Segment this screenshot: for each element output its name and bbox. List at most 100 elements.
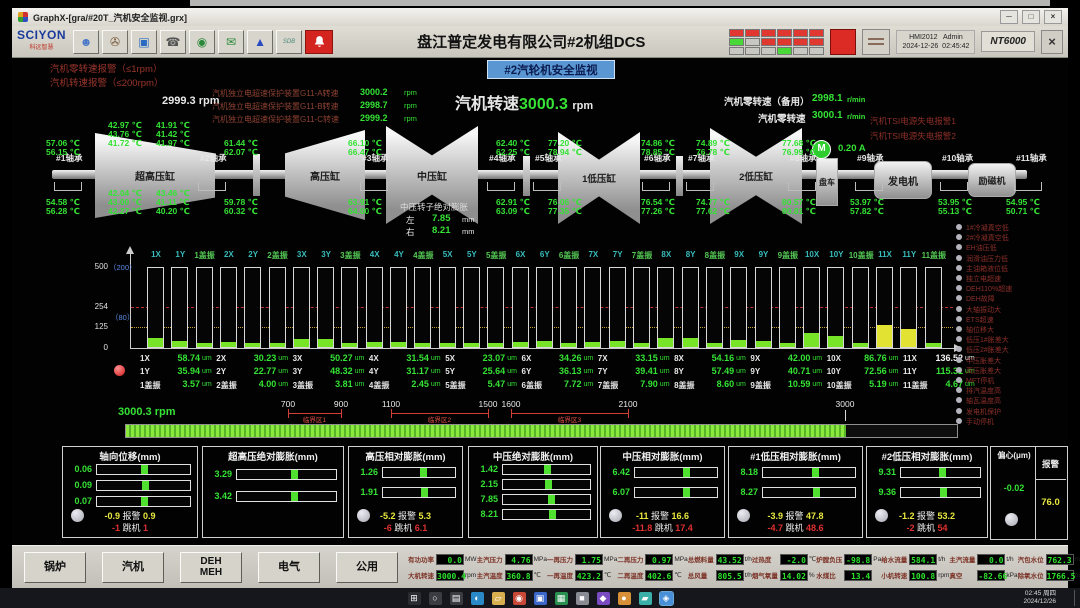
bar-fill bbox=[172, 341, 187, 347]
bar-fill bbox=[585, 342, 600, 347]
nav-button-5[interactable]: 公用 bbox=[336, 552, 398, 583]
brand-name: SCIYON bbox=[17, 28, 66, 42]
field-value: -82.66 bbox=[977, 570, 1005, 581]
uhp-temp-top: 41.72 ℃ bbox=[108, 138, 142, 149]
bottom-nav-bar: 锅炉汽机DEH MEH电气公用 有功功率0.0MW大机转速3000.4rpm主汽… bbox=[12, 545, 1068, 588]
nav-button-4[interactable]: 电气 bbox=[258, 552, 320, 583]
bearing-bracket bbox=[686, 182, 714, 191]
app-icon-3[interactable]: ● bbox=[618, 592, 631, 605]
start-icon[interactable]: ⊞ bbox=[408, 592, 421, 605]
word-icon[interactable]: ▣ bbox=[534, 592, 547, 605]
bar-fill bbox=[901, 329, 916, 347]
eccentricity-title: 偏心(μm) bbox=[992, 450, 1036, 461]
operator-icon[interactable]: ☎ bbox=[160, 30, 186, 54]
bearing-temp-bottom: 56.28 ℃ bbox=[46, 206, 80, 217]
bar-fill bbox=[197, 343, 212, 347]
uhp-temp-bottom: 40.20 ℃ bbox=[156, 206, 190, 217]
trip-item-dot bbox=[956, 234, 962, 240]
monitor-icon[interactable]: ▣ bbox=[131, 30, 157, 54]
vibration-bar bbox=[536, 267, 553, 348]
users-icon[interactable]: ☻ bbox=[73, 30, 99, 54]
field-unit: mm bbox=[1075, 556, 1080, 563]
app-icon-4[interactable]: ▰ bbox=[639, 592, 652, 605]
alarm-low: -3.9 bbox=[767, 511, 783, 521]
sdb-icon[interactable]: SDB bbox=[276, 30, 302, 54]
page-nav-button[interactable] bbox=[862, 29, 890, 55]
display-icon[interactable]: ◉ bbox=[189, 30, 215, 54]
ip-expansion-left-label: 左 bbox=[406, 214, 415, 226]
gauge-marker bbox=[939, 468, 946, 477]
bar-fill bbox=[488, 343, 503, 347]
gauge-marker bbox=[545, 480, 552, 489]
app-icon-2[interactable]: ◆ bbox=[597, 592, 610, 605]
trip-item-dot bbox=[956, 326, 962, 332]
bearing-temp-top: 76.99 ℃ bbox=[782, 147, 816, 158]
ja-icon[interactable]: ▲ bbox=[247, 30, 273, 54]
status-dot bbox=[71, 509, 84, 522]
field-label: 总风量 bbox=[688, 570, 715, 580]
bar-label: 10X bbox=[800, 250, 824, 259]
exit-button[interactable]: × bbox=[1041, 30, 1063, 54]
panel-title: #1低压相对膨胀(mm) bbox=[729, 449, 862, 463]
field-value: 1766.5 bbox=[1046, 570, 1074, 581]
parameter-panel: #2低压相对膨胀(mm)9.319.36-1.2 报警 53.2-2 跳机 54 bbox=[866, 446, 988, 538]
bearing-temp-top: 62.07 ℃ bbox=[224, 147, 258, 158]
gauge-value: 0.07 bbox=[66, 496, 92, 506]
taskview-icon[interactable]: ▤ bbox=[450, 592, 463, 605]
bar-label: 10Y bbox=[824, 250, 848, 259]
edge-icon[interactable]: ◐ bbox=[471, 592, 484, 605]
vibration-value: 35.94 bbox=[166, 366, 200, 376]
vibration-bar bbox=[196, 267, 213, 348]
excel-icon[interactable]: ▦ bbox=[555, 592, 568, 605]
gauge-marker bbox=[420, 468, 427, 477]
disk-tools-icon[interactable]: ✇ bbox=[102, 30, 128, 54]
bar-fill bbox=[756, 341, 771, 347]
alarm-cell bbox=[809, 47, 824, 55]
alarm-bell-button[interactable] bbox=[305, 30, 333, 54]
nav-button-1[interactable]: 锅炉 bbox=[24, 552, 86, 583]
trip-condition-item: 轴位移大 bbox=[966, 325, 994, 335]
alarm-cell bbox=[761, 38, 776, 46]
vibration-bar bbox=[730, 267, 747, 348]
gauge-marker bbox=[141, 465, 148, 474]
bar-fill bbox=[683, 338, 698, 347]
vibration-unit: um bbox=[507, 368, 517, 375]
vibration-value: 23.07 bbox=[471, 353, 505, 363]
active-app-icon[interactable]: ◈ bbox=[660, 592, 673, 605]
trip-condition-item: 高压胀差大 bbox=[966, 366, 1001, 376]
gauge-track bbox=[502, 494, 591, 505]
vibration-value: 5.19 bbox=[853, 379, 887, 389]
alarm-cell bbox=[729, 29, 744, 37]
panel-title: 超高压绝对膨胀(mm) bbox=[203, 449, 343, 463]
minimize-button[interactable]: ─ bbox=[1000, 10, 1018, 24]
gauge-marker bbox=[544, 465, 551, 474]
field-value: 100.8 bbox=[909, 570, 937, 581]
vibration-bar bbox=[512, 267, 529, 348]
browser-icon[interactable]: ◉ bbox=[513, 592, 526, 605]
book-icon[interactable]: ✉ bbox=[218, 30, 244, 54]
show-desktop-button[interactable] bbox=[1074, 590, 1078, 606]
nav-button-3[interactable]: DEH MEH bbox=[180, 552, 242, 583]
vibration-bar bbox=[147, 267, 164, 348]
vibration-value: 31.17 bbox=[395, 366, 429, 376]
vibration-value: 57.49 bbox=[700, 366, 734, 376]
exciter: 励磁机 bbox=[968, 163, 1016, 197]
trip-condition-item: 大轴振动大 bbox=[966, 305, 1001, 315]
alarm-cell bbox=[729, 38, 744, 46]
session-info: HMI2012 Admin 2024-12-26 02:45:42 bbox=[896, 30, 975, 54]
nav-button-2[interactable]: 汽机 bbox=[102, 552, 164, 583]
field-value: 762.3 bbox=[1046, 554, 1074, 565]
bar-label: 4盖振 bbox=[411, 250, 435, 261]
vibration-value: 34.26 bbox=[548, 353, 582, 363]
search-icon[interactable]: ○ bbox=[429, 592, 442, 605]
folder-icon[interactable]: ▱ bbox=[492, 592, 505, 605]
field-unit: ℃ bbox=[534, 571, 541, 579]
vibration-bar bbox=[244, 267, 261, 348]
restore-button[interactable]: □ bbox=[1022, 10, 1040, 24]
bar-fill bbox=[391, 342, 406, 347]
alarm-ack-button[interactable] bbox=[830, 29, 856, 55]
app-icon-1[interactable]: ■ bbox=[576, 592, 589, 605]
alarm-cell bbox=[809, 29, 824, 37]
close-button[interactable]: × bbox=[1044, 10, 1062, 24]
vibration-bar bbox=[609, 267, 626, 348]
